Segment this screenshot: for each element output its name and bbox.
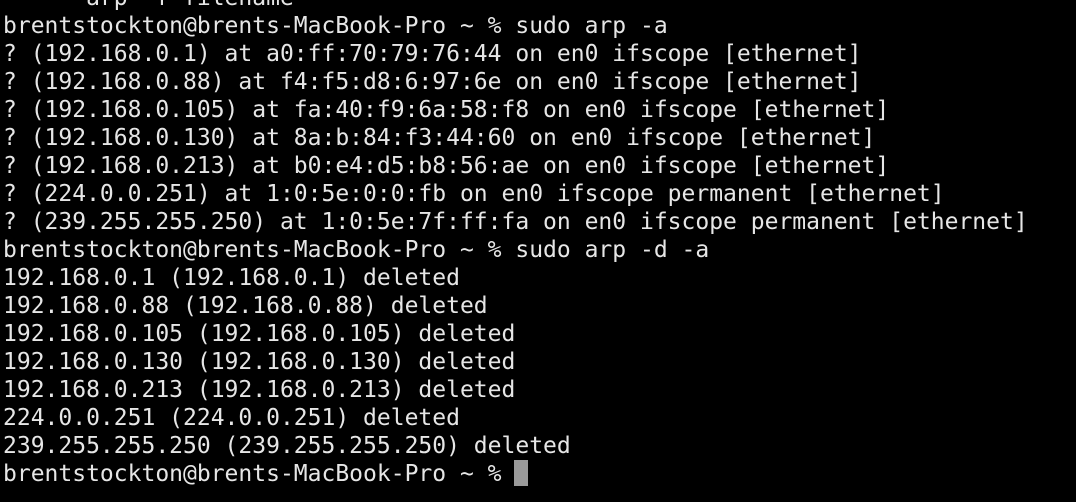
shell-prompt: brentstockton@brents-MacBook-Pro ~ %: [3, 461, 502, 487]
output-line: ? (192.168.0.1) at a0:ff:70:79:76:44 on …: [3, 41, 862, 67]
command-line: brentstockton@brents-MacBook-Pro ~ % sud…: [3, 13, 668, 39]
text-cursor[interactable]: [513, 460, 528, 486]
output-line: 192.168.0.88 (192.168.0.88) deleted: [3, 293, 488, 319]
output-line: ? (192.168.0.105) at fa:40:f9:6a:58:f8 o…: [3, 97, 890, 123]
output-line: ? (192.168.0.88) at f4:f5:d8:6:97:6e on …: [3, 69, 862, 95]
terminal-output: arp -f filename brentstockton@brents-Mac…: [3, 0, 1028, 488]
output-line: ? (239.255.255.250) at 1:0:5e:7f:ff:fa o…: [3, 209, 1028, 235]
output-line: 192.168.0.105 (192.168.0.105) deleted: [3, 321, 516, 347]
output-line: 239.255.255.250 (239.255.255.250) delete…: [3, 433, 571, 459]
output-line: 192.168.0.1 (192.168.0.1) deleted: [3, 265, 460, 291]
output-line: arp -f filename: [3, 0, 1028, 12]
output-line: 224.0.0.251 (224.0.0.251) deleted: [3, 405, 460, 431]
output-line: 192.168.0.213 (192.168.0.213) deleted: [3, 377, 516, 403]
output-line: ? (224.0.0.251) at 1:0:5e:0:0:fb on en0 …: [3, 181, 945, 207]
output-line: ? (192.168.0.130) at 8a:b:84:f3:44:60 on…: [3, 125, 876, 151]
output-line: 192.168.0.130 (192.168.0.130) deleted: [3, 349, 516, 375]
current-prompt-line[interactable]: brentstockton@brents-MacBook-Pro ~ %: [3, 460, 1028, 488]
command-line: brentstockton@brents-MacBook-Pro ~ % sud…: [3, 237, 710, 263]
output-line: ? (192.168.0.213) at b0:e4:d5:b8:56:ae o…: [3, 153, 890, 179]
terminal-window[interactable]: arp -f filename brentstockton@brents-Mac…: [0, 0, 1076, 502]
